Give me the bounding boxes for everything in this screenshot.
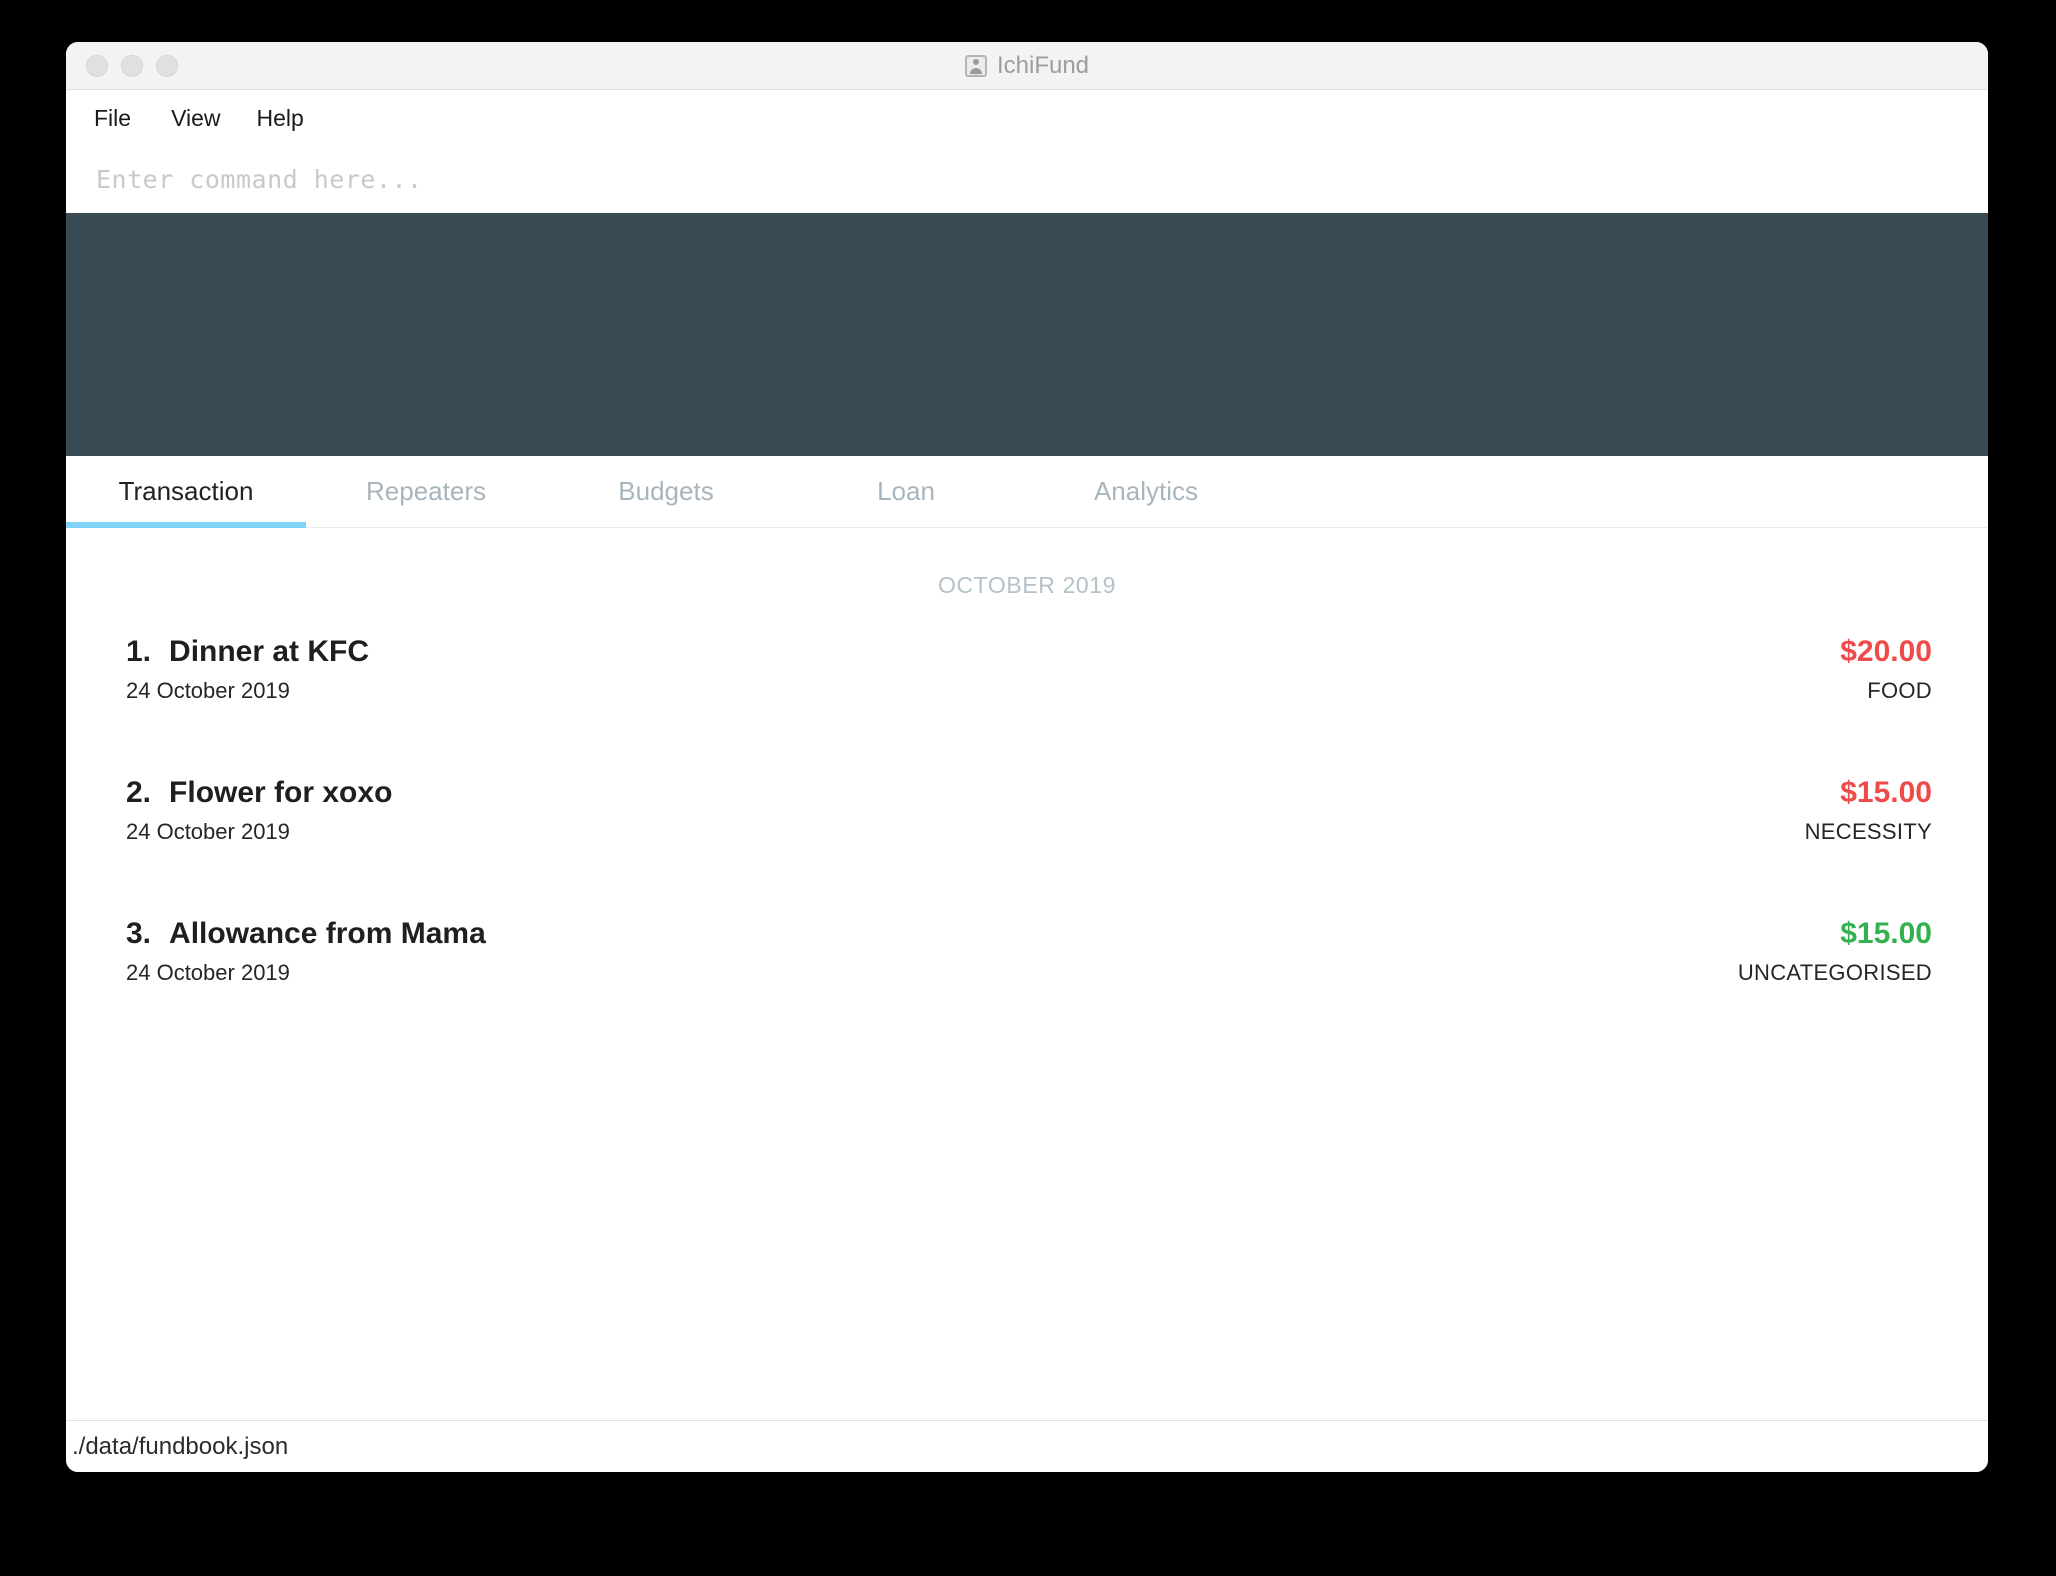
transaction-title-line: 2. Flower for xoxo <box>126 776 392 810</box>
transaction-name: Flower for xoxo <box>169 776 393 809</box>
transaction-title-line: 1. Dinner at KFC <box>126 635 369 669</box>
tab-bar: Transaction Repeaters Budgets Loan Analy… <box>66 456 1988 528</box>
transaction-category: FOOD <box>1867 678 1932 703</box>
contact-card-icon <box>964 54 987 77</box>
minimize-button[interactable] <box>121 54 143 77</box>
window-title: IchiFund <box>996 51 1090 79</box>
status-bar: ./data/fundbook.json <box>66 1420 1988 1472</box>
transaction-index: 2. <box>126 776 152 809</box>
transaction-amount-group: $15.00 UNCATEGORISED <box>1738 917 1958 986</box>
transaction-amount: $15.00 <box>1840 917 1932 950</box>
transaction-amount-group: $20.00 FOOD <box>1840 635 1958 704</box>
title-bar: IchiFund <box>66 42 1988 90</box>
tab-analytics[interactable]: Analytics <box>1026 456 1266 527</box>
transaction-title-line: 3. Allowance from Mama <box>126 917 486 951</box>
transaction-row[interactable]: 1. Dinner at KFC 24 October 2019 $20.00 … <box>126 635 1958 776</box>
transaction-details: 1. Dinner at KFC 24 October 2019 <box>126 635 369 704</box>
transaction-amount: $20.00 <box>1840 635 1932 668</box>
result-display-panel <box>66 213 1988 456</box>
transaction-details: 3. Allowance from Mama 24 October 2019 <box>126 917 486 986</box>
transaction-row[interactable]: 3. Allowance from Mama 24 October 2019 $… <box>126 917 1958 1058</box>
transaction-index: 1. <box>126 635 152 668</box>
transaction-category: NECESSITY <box>1804 819 1932 844</box>
command-box <box>66 146 1988 213</box>
transaction-date: 24 October 2019 <box>126 678 290 703</box>
transaction-panel: OCTOBER 2019 1. Dinner at KFC 24 October… <box>66 528 1988 1420</box>
menu-item-help[interactable]: Help <box>239 99 322 138</box>
transaction-index: 3. <box>126 917 152 950</box>
transaction-amount: $15.00 <box>1840 776 1932 809</box>
transaction-details: 2. Flower for xoxo 24 October 2019 <box>126 776 392 845</box>
app-window: IchiFund File View Help Transaction Repe… <box>66 42 1988 1472</box>
transaction-row[interactable]: 2. Flower for xoxo 24 October 2019 $15.0… <box>126 776 1958 917</box>
close-button[interactable] <box>86 54 108 77</box>
menu-item-view[interactable]: View <box>153 99 238 138</box>
tab-loan[interactable]: Loan <box>786 456 1026 527</box>
window-title-group: IchiFund <box>66 52 1988 80</box>
status-file-path: ./data/fundbook.json <box>72 1432 289 1460</box>
maximize-button[interactable] <box>156 54 178 77</box>
transaction-category: UNCATEGORISED <box>1737 960 1932 985</box>
transaction-amount-group: $15.00 NECESSITY <box>1805 776 1958 845</box>
transaction-date: 24 October 2019 <box>126 960 290 985</box>
transaction-name: Allowance from Mama <box>169 917 486 950</box>
transaction-name: Dinner at KFC <box>169 635 370 668</box>
window-controls[interactable] <box>86 54 178 77</box>
tab-repeaters[interactable]: Repeaters <box>306 456 546 527</box>
tab-budgets[interactable]: Budgets <box>546 456 786 527</box>
command-input[interactable] <box>96 165 1837 194</box>
menu-item-file[interactable]: File <box>94 99 153 138</box>
transaction-list: 1. Dinner at KFC 24 October 2019 $20.00 … <box>66 611 1988 1058</box>
month-header: OCTOBER 2019 <box>937 572 1117 598</box>
transaction-date: 24 October 2019 <box>126 819 290 844</box>
menu-bar: File View Help <box>66 90 1988 146</box>
tab-transaction[interactable]: Transaction <box>66 456 306 528</box>
